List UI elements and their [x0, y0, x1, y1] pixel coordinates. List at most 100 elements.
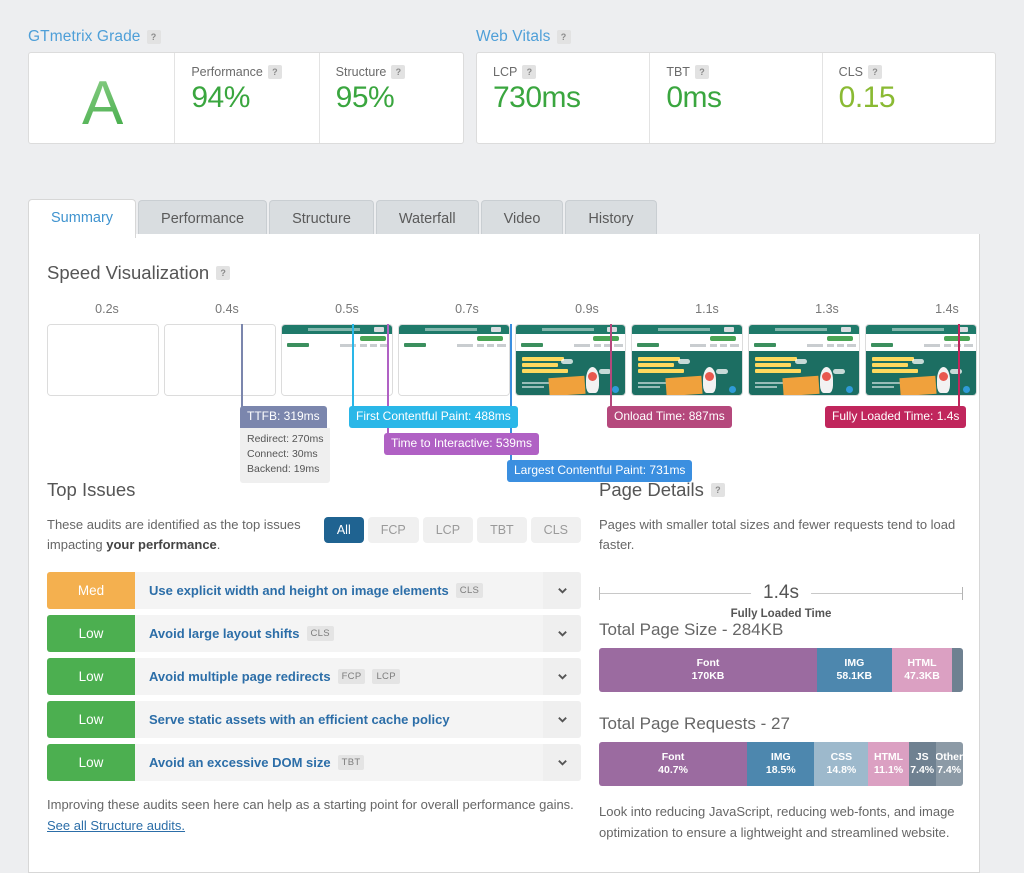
- tab-structure[interactable]: Structure: [269, 200, 374, 238]
- tab-performance[interactable]: Performance: [138, 200, 267, 238]
- top-issues-section: Top Issues These audits are identified a…: [29, 479, 599, 844]
- filter-lcp[interactable]: LCP: [423, 517, 473, 543]
- issue-severity-badge: Low: [47, 615, 135, 652]
- filmstrip-frame[interactable]: [47, 324, 159, 396]
- issue-row[interactable]: MedUse explicit width and height on imag…: [47, 572, 581, 609]
- timeline-marker-label-onload: Onload Time: 887ms: [607, 406, 732, 428]
- gtmetrix-grade-heading-label: GTmetrix Grade: [28, 28, 141, 46]
- bar-segment-label: JS: [916, 751, 929, 764]
- bar-segment-label: HTML: [907, 657, 936, 670]
- chevron-down-icon[interactable]: [543, 701, 581, 738]
- bar-segment-font[interactable]: Font170KB: [599, 648, 817, 692]
- issue-title[interactable]: Avoid large layout shifts: [149, 626, 300, 641]
- issue-body: Avoid multiple page redirects FCP LCP: [135, 658, 543, 695]
- help-icon[interactable]: ?: [268, 65, 282, 79]
- filter-cls[interactable]: CLS: [531, 517, 581, 543]
- timeline-tick: 0.5s: [335, 302, 359, 316]
- cls-value: 0.15: [839, 81, 981, 115]
- top-issues-description-suffix: .: [217, 537, 221, 552]
- filmstrip-frame[interactable]: [281, 324, 393, 396]
- filter-tbt[interactable]: TBT: [477, 517, 527, 543]
- bar-segment-value: 11.1%: [874, 764, 903, 777]
- bar-segment-value: 18.5%: [766, 764, 796, 777]
- issue-body: Serve static assets with an efficient ca…: [135, 701, 543, 738]
- bar-segment-img[interactable]: IMG18.5%: [747, 742, 814, 786]
- bar-segment-other[interactable]: [952, 648, 963, 692]
- summary-panel: Speed Visualization ? 0.2s0.4s0.5s0.7s0.…: [28, 234, 980, 873]
- tbt-cell: TBT ? 0ms: [649, 53, 821, 143]
- help-icon[interactable]: ?: [557, 30, 571, 44]
- issue-row[interactable]: LowAvoid multiple page redirectsFCPLCP: [47, 658, 581, 695]
- bar-segment-label: Other: [936, 751, 963, 764]
- filmstrip-frame[interactable]: [748, 324, 860, 396]
- bar-segment-html[interactable]: HTML47.3KB: [892, 648, 953, 692]
- timeline-marker-label-fcp: First Contentful Paint: 488ms: [349, 406, 518, 428]
- performance-value: 94%: [191, 81, 304, 115]
- bar-segment-value: 58.1KB: [837, 670, 873, 683]
- tab-waterfall[interactable]: Waterfall: [376, 200, 479, 238]
- lcp-cell: LCP ? 730ms: [477, 53, 649, 143]
- ttfb-breakdown-row: Redirect: 270ms: [247, 432, 323, 447]
- issue-body: Avoid an excessive DOM sizeTBT: [135, 744, 543, 781]
- help-icon[interactable]: ?: [147, 30, 161, 44]
- bar-segment-img[interactable]: IMG58.1KB: [817, 648, 892, 692]
- issue-title[interactable]: Use explicit width and height on image e…: [149, 583, 449, 598]
- grade-cell: A: [29, 53, 174, 143]
- bar-segment-html[interactable]: HTML11.1%: [868, 742, 908, 786]
- filter-all[interactable]: All: [324, 517, 364, 543]
- tab-summary[interactable]: Summary: [28, 199, 136, 238]
- bar-segment-js[interactable]: JS7.4%: [909, 742, 936, 786]
- fully-loaded-value: 1.4s: [751, 582, 811, 604]
- timeline-tick: 1.1s: [695, 302, 719, 316]
- see-all-structure-audits-link[interactable]: See all Structure audits.: [47, 818, 185, 833]
- help-icon[interactable]: ?: [695, 65, 709, 79]
- issue-title[interactable]: Avoid an excessive DOM size: [149, 755, 331, 770]
- gtmetrix-report-page: GTmetrix Grade ? A Performance ? 94% Str…: [0, 0, 1024, 873]
- total-page-requests-block: Total Page Requests - 27 Font40.7%IMG18.…: [599, 714, 963, 786]
- ttfb-breakdown: Redirect: 270msConnect: 30msBackend: 19m…: [240, 428, 330, 483]
- chevron-down-icon[interactable]: [543, 615, 581, 652]
- bar-segment-css[interactable]: CSS14.8%: [814, 742, 868, 786]
- timeline-marker-label-ttfb: TTFB: 319ms: [240, 406, 327, 428]
- structure-label-row: Structure ?: [336, 65, 449, 79]
- chevron-down-icon[interactable]: [543, 572, 581, 609]
- issue-row[interactable]: LowServe static assets with an efficient…: [47, 701, 581, 738]
- timeline-tick: 0.7s: [455, 302, 479, 316]
- issue-severity-badge: Low: [47, 744, 135, 781]
- issue-tag: LCP: [372, 669, 399, 684]
- chevron-down-icon[interactable]: [543, 744, 581, 781]
- bar-segment-other[interactable]: Other7.4%: [936, 742, 963, 786]
- filmstrip-frame[interactable]: [865, 324, 977, 396]
- help-icon[interactable]: ?: [391, 65, 405, 79]
- issue-row[interactable]: LowAvoid large layout shiftsCLS: [47, 615, 581, 652]
- structure-value: 95%: [336, 81, 449, 115]
- structure-cell: Structure ? 95%: [319, 53, 463, 143]
- bar-segment-font[interactable]: Font40.7%: [599, 742, 747, 786]
- filmstrip-frame[interactable]: [631, 324, 743, 396]
- grade-letter: A: [82, 73, 123, 135]
- filmstrip-frame[interactable]: [398, 324, 510, 396]
- bar-segment-label: IMG: [771, 751, 791, 764]
- chevron-down-icon[interactable]: [543, 658, 581, 695]
- bar-segment-label: CSS: [831, 751, 853, 764]
- tab-video[interactable]: Video: [481, 200, 564, 238]
- filter-fcp[interactable]: FCP: [368, 517, 419, 543]
- scores-row: GTmetrix Grade ? A Performance ? 94% Str…: [0, 28, 1024, 158]
- tab-history[interactable]: History: [565, 200, 656, 238]
- issue-row[interactable]: LowAvoid an excessive DOM sizeTBT: [47, 744, 581, 781]
- top-issues-description: These audits are identified as the top i…: [47, 515, 324, 554]
- filmstrip-frame[interactable]: [164, 324, 276, 396]
- issue-title[interactable]: Serve static assets with an efficient ca…: [149, 712, 450, 727]
- issue-title[interactable]: Avoid multiple page redirects: [149, 669, 331, 684]
- issues-list: MedUse explicit width and height on imag…: [47, 572, 581, 781]
- help-icon[interactable]: ?: [868, 65, 882, 79]
- tbt-value: 0ms: [666, 81, 807, 115]
- web-vitals-card: LCP ? 730ms TBT ? 0ms CLS ?: [476, 52, 996, 144]
- help-icon[interactable]: ?: [216, 266, 230, 280]
- cls-cell: CLS ? 0.15: [822, 53, 995, 143]
- issue-tag: FCP: [338, 669, 366, 684]
- help-icon[interactable]: ?: [711, 483, 725, 497]
- page-details-bottom-note: Look into reducing JavaScript, reducing …: [599, 802, 963, 844]
- timeline-tick: 0.4s: [215, 302, 239, 316]
- help-icon[interactable]: ?: [522, 65, 536, 79]
